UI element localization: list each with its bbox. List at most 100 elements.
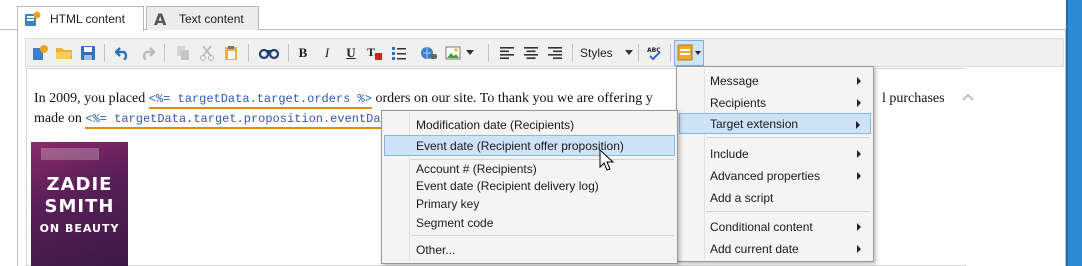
insert-icon[interactable] [29, 42, 51, 64]
chevron-down-icon [625, 50, 633, 55]
tab-html-content-label: HTML content [50, 12, 125, 26]
submenu-arrow-icon [857, 172, 861, 180]
toolbar-separator [638, 44, 639, 62]
submenu-arrow-icon [857, 99, 861, 107]
menu-item-label: Primary key [416, 196, 480, 211]
menu-item-label: Event date (Recipient delivery log) [416, 178, 599, 193]
paste-icon[interactable] [220, 42, 242, 64]
align-left-icon[interactable] [496, 42, 518, 64]
menu-item-include[interactable]: Include [679, 143, 871, 164]
styles-dropdown[interactable]: Styles [576, 42, 636, 64]
redo-icon[interactable] [136, 42, 158, 64]
submenu-arrow-icon [856, 121, 860, 129]
book-cover-title: ON BEAUTY [39, 222, 120, 235]
menu-item-advanced-properties[interactable]: Advanced properties [679, 165, 871, 186]
list-icon[interactable] [388, 42, 410, 64]
image-icon[interactable] [442, 42, 464, 64]
text-color-icon[interactable]: T [364, 42, 386, 64]
content-text: orders on our site. To thank you we are … [371, 91, 653, 106]
tab-text-content[interactable]: A Text content [146, 6, 259, 30]
bold-icon[interactable]: B [292, 42, 314, 64]
content-text: In 2009, you placed [34, 91, 149, 106]
submenu-arrow-icon [857, 223, 861, 231]
menu-item-add-a-script[interactable]: Add a script [679, 187, 871, 208]
menu-item-label: Conditional content [710, 219, 813, 234]
tab-bar: HTML content A Text content [0, 6, 1066, 31]
personalization-icon [677, 44, 701, 61]
submenu-arrow-icon [857, 77, 861, 85]
align-right-icon[interactable] [544, 42, 566, 64]
copy-icon[interactable] [172, 42, 194, 64]
mouse-pointer-icon [599, 148, 615, 171]
toolbar-separator [164, 44, 165, 62]
content-line-1: In 2009, you placed <%= targetData.targe… [34, 91, 653, 109]
book-cover-author-last: SMITH [44, 196, 115, 217]
content-line-2: made on <%= targetData.target.propositio… [34, 111, 388, 129]
spellcheck-icon[interactable]: ABC [644, 42, 666, 64]
open-folder-icon[interactable] [53, 42, 75, 64]
personalization-field-eventdate[interactable]: <%= targetData.target.proposition.eventD… [85, 112, 388, 129]
menu-item-label: Recipients [710, 95, 767, 110]
underline-icon[interactable]: U [340, 42, 362, 64]
menu-item-label: Event date (Recipient offer proposition) [416, 138, 624, 153]
book-cover-header [41, 148, 99, 160]
personalization-menu: Message Recipients Target extension Incl… [676, 66, 874, 262]
cut-icon[interactable] [196, 42, 218, 64]
image-dropdown-icon[interactable] [464, 42, 476, 64]
text-content-icon: A [153, 10, 171, 29]
submenu-item-segment-code[interactable]: Segment code [384, 212, 675, 233]
svg-text:A: A [154, 11, 167, 27]
undo-icon[interactable] [112, 42, 134, 64]
styles-dropdown-label: Styles [580, 46, 613, 60]
menu-item-label: Advanced properties [710, 168, 821, 183]
content-text: made on [34, 111, 86, 126]
menu-separator [706, 137, 870, 138]
content-line-1-end: l purchases [882, 91, 945, 106]
menu-item-recipients[interactable]: Recipients [679, 92, 871, 113]
submenu-arrow-icon [857, 245, 861, 253]
toolbar-separator [670, 44, 671, 62]
menu-item-label: Include [710, 146, 749, 161]
menu-item-label: Target extension [710, 116, 799, 131]
italic-icon[interactable]: I [316, 42, 338, 64]
menu-item-label: Message [710, 73, 759, 88]
menu-item-label: Modification date (Recipients) [416, 117, 575, 132]
submenu-item-modification-date[interactable]: Modification date (Recipients) [384, 114, 675, 135]
personalization-button[interactable] [674, 40, 704, 66]
svg-text:T: T [367, 45, 375, 59]
submenu-item-primary-key[interactable]: Primary key [384, 193, 675, 214]
submenu-arrow-icon [857, 150, 861, 158]
menu-item-target-extension[interactable]: Target extension [679, 113, 871, 134]
toolbar-separator [248, 44, 249, 62]
menu-item-label: Segment code [416, 215, 494, 230]
toolbar-separator [488, 44, 489, 62]
window-right-border-edge [1066, 0, 1068, 266]
menu-item-label: Add a script [710, 190, 774, 205]
save-icon[interactable] [77, 42, 99, 64]
find-icon[interactable] [258, 42, 280, 64]
menu-item-label: Add current date [710, 241, 799, 256]
personalization-field-orders[interactable]: <%= targetData.target.orders %> [148, 92, 372, 109]
html-content-icon [24, 11, 42, 27]
menu-item-add-current-date[interactable]: Add current date [679, 238, 871, 259]
book-cover-author-first: ZADIE [46, 174, 113, 195]
target-extension-submenu: Modification date (Recipients) Event dat… [381, 110, 678, 264]
menu-item-label: Other... [416, 242, 456, 257]
menu-item-label: Account # (Recipients) [416, 161, 537, 176]
tab-text-content-label: Text content [179, 11, 244, 26]
scroll-up-icon[interactable] [962, 90, 974, 101]
window-right-border [1066, 0, 1082, 266]
tab-html-content[interactable]: HTML content [17, 6, 144, 31]
menu-separator [706, 211, 870, 212]
book-cover-image: ZADIE SMITH ON BEAUTY [31, 142, 128, 266]
link-icon[interactable] [418, 42, 440, 64]
menu-item-conditional-content[interactable]: Conditional content [679, 216, 871, 237]
editor-toolbar: B I U T Styles ABC [25, 38, 1064, 67]
submenu-item-other[interactable]: Other... [384, 239, 675, 260]
toolbar-separator [104, 44, 105, 62]
menu-item-message[interactable]: Message [679, 70, 871, 91]
toolbar-separator [572, 44, 573, 62]
menu-separator [411, 235, 674, 236]
align-center-icon[interactable] [520, 42, 542, 64]
submenu-item-event-date-offer-proposition[interactable]: Event date (Recipient offer proposition) [384, 135, 675, 156]
